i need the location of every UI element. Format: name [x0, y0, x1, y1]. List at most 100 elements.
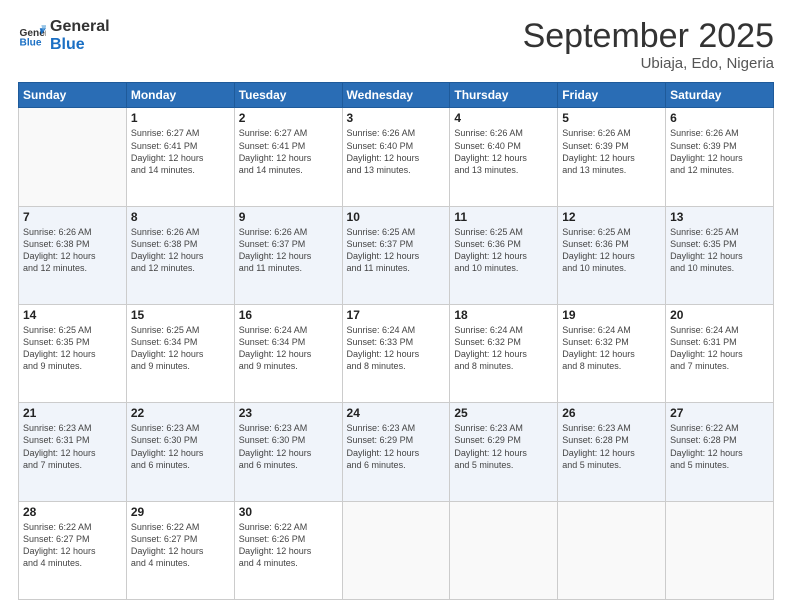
calendar-cell: 20Sunrise: 6:24 AMSunset: 6:31 PMDayligh…	[666, 305, 774, 403]
day-info: and 7 minutes.	[670, 360, 769, 372]
day-info: Daylight: 12 hours	[239, 447, 338, 459]
day-number: 7	[23, 210, 122, 224]
day-info: and 8 minutes.	[454, 360, 553, 372]
day-info: Sunrise: 6:24 AM	[670, 324, 769, 336]
calendar-cell: 19Sunrise: 6:24 AMSunset: 6:32 PMDayligh…	[558, 305, 666, 403]
day-number: 4	[454, 111, 553, 125]
day-info: Sunrise: 6:25 AM	[347, 226, 446, 238]
day-info: Sunrise: 6:25 AM	[23, 324, 122, 336]
calendar-cell: 5Sunrise: 6:26 AMSunset: 6:39 PMDaylight…	[558, 108, 666, 206]
day-info: Sunrise: 6:25 AM	[454, 226, 553, 238]
day-info: Daylight: 12 hours	[454, 250, 553, 262]
col-header-sunday: Sunday	[19, 83, 127, 108]
day-number: 1	[131, 111, 230, 125]
day-info: Daylight: 12 hours	[670, 152, 769, 164]
svg-text:Blue: Blue	[20, 38, 42, 49]
day-number: 8	[131, 210, 230, 224]
day-number: 11	[454, 210, 553, 224]
logo-line2: Blue	[50, 36, 110, 54]
col-header-monday: Monday	[126, 83, 234, 108]
day-info: Sunset: 6:33 PM	[347, 336, 446, 348]
calendar-cell: 14Sunrise: 6:25 AMSunset: 6:35 PMDayligh…	[19, 305, 127, 403]
calendar-table: SundayMondayTuesdayWednesdayThursdayFrid…	[18, 82, 774, 600]
day-info: Sunset: 6:36 PM	[562, 238, 661, 250]
calendar-cell: 30Sunrise: 6:22 AMSunset: 6:26 PMDayligh…	[234, 501, 342, 599]
calendar-cell: 16 Sunrise: 6:24 AMSunset: 6:34 PMDayligh…	[234, 305, 342, 403]
day-number: 29	[131, 505, 230, 519]
calendar-cell: 22Sunrise: 6:23 AMSunset: 6:30 PMDayligh…	[126, 403, 234, 501]
day-info: Sunrise: 6:24 AM	[454, 324, 553, 336]
day-info: and 8 minutes.	[562, 360, 661, 372]
day-info: Sunset: 6:37 PM	[239, 238, 338, 250]
day-info: Daylight: 12 hours	[23, 545, 122, 557]
calendar-cell: 3Sunrise: 6:26 AMSunset: 6:40 PMDaylight…	[342, 108, 450, 206]
day-info: Sunset: 6:29 PM	[347, 434, 446, 446]
day-info: Sunrise: 6:23 AM	[454, 422, 553, 434]
day-info: and 11 minutes.	[347, 262, 446, 274]
day-number: 19	[562, 308, 661, 322]
day-info: Sunrise: 6:25 AM	[670, 226, 769, 238]
day-number: 15	[131, 308, 230, 322]
day-info: Sunset: 6:41 PM	[131, 140, 230, 152]
day-info: Sunrise: 6:22 AM	[131, 521, 230, 533]
calendar-cell: 18 Sunrise: 6:24 AMSunset: 6:32 PMDayligh…	[450, 305, 558, 403]
day-number: 26	[562, 406, 661, 420]
day-info: and 13 minutes.	[562, 164, 661, 176]
day-info: Sunset: 6:39 PM	[562, 140, 661, 152]
day-info: Daylight: 12 hours	[454, 152, 553, 164]
day-info: and 10 minutes.	[562, 262, 661, 274]
day-info: Sunset: 6:32 PM	[454, 336, 553, 348]
day-info: Daylight: 12 hours	[131, 545, 230, 557]
day-info: Daylight: 12 hours	[347, 152, 446, 164]
col-header-friday: Friday	[558, 83, 666, 108]
day-info: Sunrise: 6:26 AM	[347, 127, 446, 139]
day-info: Sunrise: 6:26 AM	[670, 127, 769, 139]
day-info: Sunrise: 6:23 AM	[347, 422, 446, 434]
day-info: and 10 minutes.	[670, 262, 769, 274]
day-info: and 12 minutes.	[131, 262, 230, 274]
day-number: 24	[347, 406, 446, 420]
day-info: Daylight: 12 hours	[23, 348, 122, 360]
col-header-thursday: Thursday	[450, 83, 558, 108]
logo: General Blue General Blue	[18, 18, 110, 55]
day-info: Sunset: 6:38 PM	[131, 238, 230, 250]
day-info: Daylight: 12 hours	[562, 152, 661, 164]
day-info: Daylight: 12 hours	[670, 348, 769, 360]
day-info: Daylight: 12 hours	[23, 250, 122, 262]
day-info: Daylight: 12 hours	[454, 348, 553, 360]
day-number: 13	[670, 210, 769, 224]
day-info: and 5 minutes.	[562, 459, 661, 471]
day-info: Daylight: 12 hours	[239, 348, 338, 360]
day-info: Sunset: 6:34 PM	[131, 336, 230, 348]
day-info: Sunset: 6:30 PM	[131, 434, 230, 446]
calendar-cell: 25Sunrise: 6:23 AMSunset: 6:29 PMDayligh…	[450, 403, 558, 501]
day-info: and 9 minutes.	[239, 360, 338, 372]
day-info: Daylight: 12 hours	[347, 447, 446, 459]
location-subtitle: Ubiaja, Edo, Nigeria	[523, 55, 774, 72]
day-number: 16	[239, 308, 338, 322]
day-info: Daylight: 12 hours	[347, 250, 446, 262]
day-info: and 6 minutes.	[347, 459, 446, 471]
day-info: Sunset: 6:41 PM	[239, 140, 338, 152]
day-info: and 12 minutes.	[670, 164, 769, 176]
day-info: Sunrise: 6:23 AM	[562, 422, 661, 434]
day-info: Daylight: 12 hours	[131, 250, 230, 262]
day-number: 10	[347, 210, 446, 224]
day-info: Sunrise: 6:27 AM	[131, 127, 230, 139]
day-info: and 10 minutes.	[454, 262, 553, 274]
day-info: Sunrise: 6:24 AM	[239, 324, 338, 336]
day-info: Sunset: 6:40 PM	[454, 140, 553, 152]
calendar-week-row: 21Sunrise: 6:23 AMSunset: 6:31 PMDayligh…	[19, 403, 774, 501]
calendar-cell	[666, 501, 774, 599]
day-info: and 7 minutes.	[23, 459, 122, 471]
calendar-cell: 29Sunrise: 6:22 AMSunset: 6:27 PMDayligh…	[126, 501, 234, 599]
day-info: Sunrise: 6:25 AM	[131, 324, 230, 336]
day-info: Daylight: 12 hours	[239, 250, 338, 262]
day-number: 9	[239, 210, 338, 224]
day-info: Sunset: 6:34 PM	[239, 336, 338, 348]
day-info: Daylight: 12 hours	[670, 250, 769, 262]
calendar-cell: 4Sunrise: 6:26 AMSunset: 6:40 PMDaylight…	[450, 108, 558, 206]
day-number: 18	[454, 308, 553, 322]
day-info: Sunset: 6:39 PM	[670, 140, 769, 152]
calendar-cell: 24 Sunrise: 6:23 AMSunset: 6:29 PMDayligh…	[342, 403, 450, 501]
